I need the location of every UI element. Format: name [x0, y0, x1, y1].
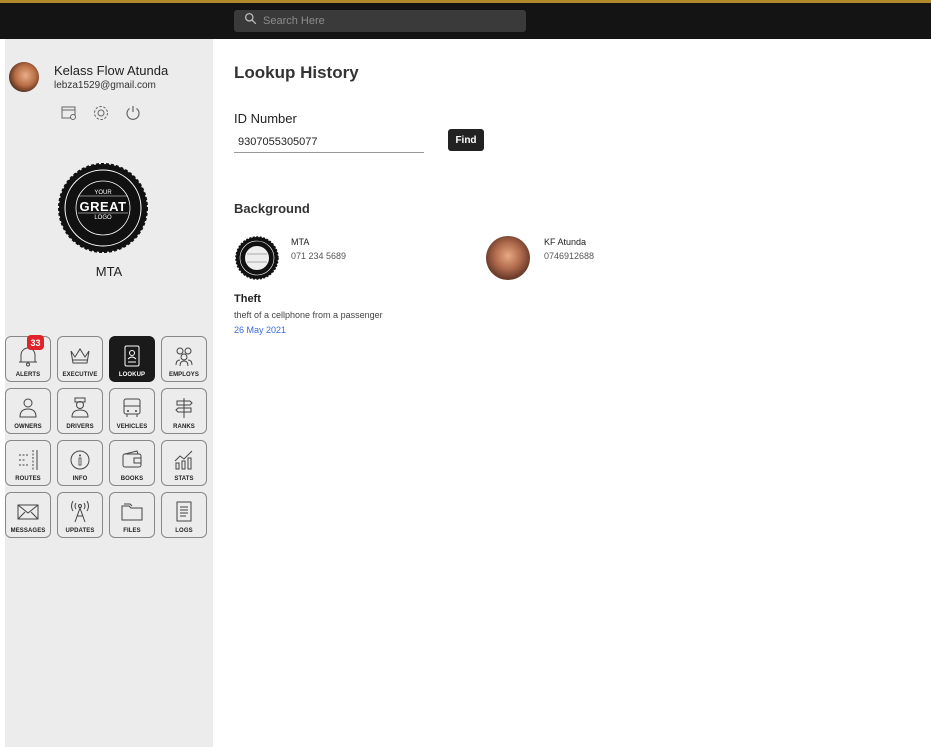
folder-icon — [121, 503, 143, 521]
tile-label: MESSAGES — [10, 528, 46, 534]
page-title: Lookup History — [234, 63, 359, 82]
gear-icon[interactable] — [92, 104, 110, 122]
logo-text-bot: LOGO — [94, 215, 112, 221]
envelope-icon — [17, 504, 39, 520]
tile-messages[interactable]: MESSAGES — [5, 492, 51, 538]
power-icon[interactable] — [124, 104, 142, 122]
incident-date[interactable]: 26 May 2021 — [234, 325, 286, 335]
brand-logo: YOUR GREAT LOGO — [58, 163, 148, 253]
tile-vehicles[interactable]: VEHICLES — [109, 388, 155, 434]
window-settings-icon[interactable] — [60, 104, 78, 122]
profile-actions — [60, 104, 142, 122]
search-icon — [244, 12, 257, 30]
tile-label: LOGS — [175, 528, 193, 534]
bus-icon — [123, 398, 141, 417]
tile-executive[interactable]: EXECUTIVE — [57, 336, 103, 382]
info-icon — [70, 450, 90, 470]
id-card-icon — [124, 345, 140, 367]
tile-label: EMPLOYS — [168, 372, 200, 378]
tile-books[interactable]: BOOKS — [109, 440, 155, 486]
tile-logs[interactable]: LOGS — [161, 492, 207, 538]
profile-email: lebza1529@gmail.com — [54, 80, 156, 91]
tile-info[interactable]: INFO — [57, 440, 103, 486]
tile-routes[interactable]: ROUTES — [5, 440, 51, 486]
id-number-input[interactable] — [234, 131, 424, 153]
user-avatar[interactable] — [9, 62, 39, 92]
tile-label: BOOKS — [120, 476, 144, 482]
tile-label: LOOKUP — [118, 372, 146, 378]
tile-label: OWNERS — [14, 424, 42, 430]
tile-label: ALERTS — [15, 372, 41, 378]
nav-tiles: 33 ALERTS EXECUTIVE LOOKUP EMPLOYS OWNER… — [5, 335, 207, 538]
antenna-icon — [71, 500, 89, 523]
contact-phone: 0746912688 — [544, 251, 595, 261]
document-icon — [176, 501, 192, 522]
tile-alerts[interactable]: 33 ALERTS — [5, 335, 51, 382]
tile-label: FILES — [123, 528, 141, 534]
signpost-icon — [175, 398, 193, 418]
stats-icon — [174, 450, 193, 470]
owner-icon — [19, 398, 37, 418]
contact-phone: 071 234 5689 — [291, 251, 347, 261]
tile-owners[interactable]: OWNERS — [5, 388, 51, 434]
tile-files[interactable]: FILES — [109, 492, 155, 538]
incident-description: theft of a cellphone from a passenger — [234, 310, 383, 320]
tile-employs[interactable]: EMPLOYS — [161, 336, 207, 382]
tile-label: STATS — [174, 476, 194, 482]
contact-name: KF Atunda — [544, 237, 587, 247]
org-name: MTA — [95, 264, 123, 279]
find-button[interactable]: Find — [448, 129, 484, 151]
tile-label: INFO — [72, 476, 88, 482]
crown-icon — [70, 348, 90, 364]
group-icon — [175, 347, 193, 367]
top-bar — [0, 0, 931, 39]
tile-label: RANKS — [173, 424, 195, 430]
tile-lookup[interactable]: LOOKUP — [109, 336, 155, 382]
routes-icon — [19, 450, 38, 470]
tile-drivers[interactable]: DRIVERS — [57, 388, 103, 434]
tile-label: UPDATES — [65, 528, 95, 534]
background-title: Background — [234, 201, 310, 216]
search-input[interactable] — [263, 15, 513, 27]
contact-name: MTA — [291, 237, 310, 247]
tile-label: DRIVERS — [66, 424, 94, 430]
id-number-label: ID Number — [234, 111, 297, 126]
profile-name: Kelass Flow Atunda — [54, 63, 169, 78]
org-logo-small — [235, 236, 279, 280]
tile-label: EXECUTIVE — [62, 372, 98, 378]
search-bar[interactable] — [234, 10, 526, 32]
tile-label: VEHICLES — [116, 424, 148, 430]
tile-ranks[interactable]: RANKS — [161, 388, 207, 434]
wallet-icon — [122, 450, 142, 468]
alerts-badge: 33 — [27, 335, 44, 350]
logo-text-mid: GREAT — [79, 199, 127, 214]
tile-stats[interactable]: STATS — [161, 440, 207, 486]
tile-updates[interactable]: UPDATES — [57, 492, 103, 538]
incident-title: Theft — [234, 293, 261, 305]
tile-label: ROUTES — [15, 476, 41, 482]
driver-icon — [71, 397, 89, 418]
contact-avatar[interactable] — [486, 236, 530, 280]
logo-text-top: YOUR — [94, 190, 112, 196]
